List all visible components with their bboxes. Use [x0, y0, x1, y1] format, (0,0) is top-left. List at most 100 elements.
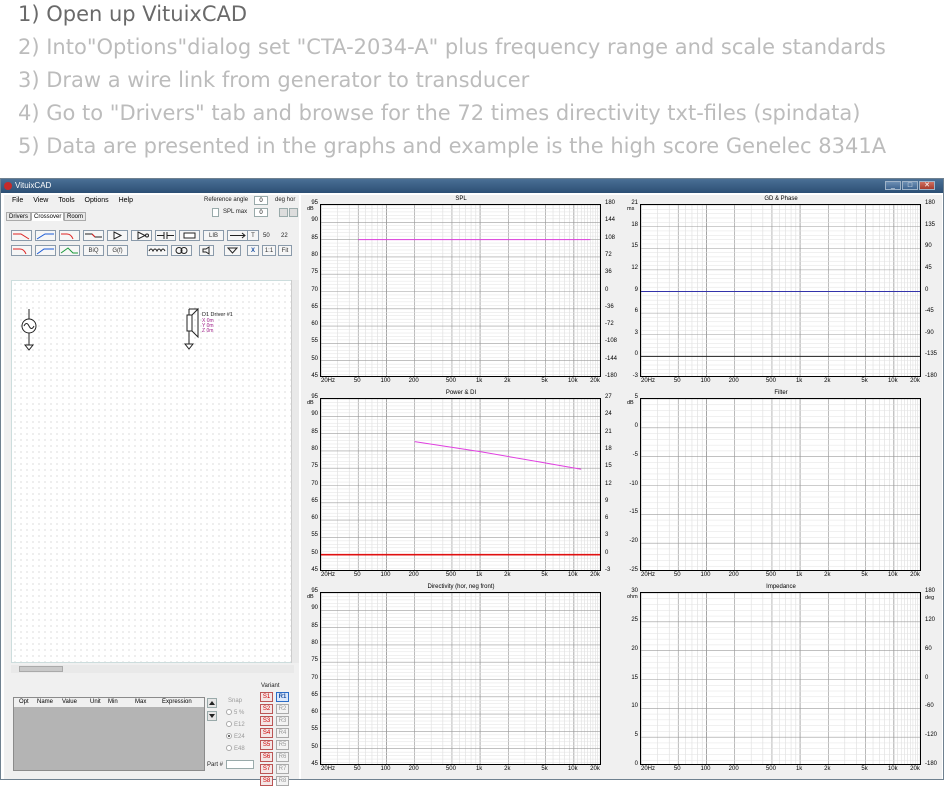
- minimize-button[interactable]: _: [885, 181, 901, 190]
- variant-r-button[interactable]: R3: [276, 716, 289, 726]
- variant-r-button[interactable]: R4: [276, 728, 289, 738]
- allpass-filter-button[interactable]: [59, 245, 80, 256]
- parts-table[interactable]: Opt Name Value Unit Min Max Expression: [13, 697, 205, 771]
- vituixcad-window: VituixCAD _ □ ✕ File View Tools Options …: [0, 178, 944, 786]
- y-axis-unit: dB: [307, 400, 314, 406]
- zoom-fit-button[interactable]: Fit: [278, 245, 292, 256]
- move-down-icon[interactable]: [207, 711, 217, 721]
- highpass-2nd-filter-button[interactable]: [11, 245, 32, 256]
- variant-label: Variant: [261, 683, 280, 689]
- variant-r-button[interactable]: R7: [276, 764, 289, 774]
- menu-file[interactable]: File: [12, 197, 23, 204]
- spl-max-label: SPL max: [223, 209, 248, 215]
- capacitor-icon[interactable]: [155, 230, 176, 241]
- text-button[interactable]: T: [247, 230, 259, 241]
- delete-button[interactable]: X: [247, 245, 259, 256]
- graph-plot-area[interactable]: [320, 592, 601, 765]
- variant-s-button[interactable]: S1: [260, 692, 273, 702]
- graph-plot-area[interactable]: [640, 592, 921, 765]
- x-axis-tick-label: 20Hz: [320, 378, 335, 384]
- y-axis-tick-label: 15: [631, 674, 638, 681]
- y-axis-tick-label: 75: [311, 463, 318, 470]
- variant-s-button[interactable]: S8: [260, 776, 273, 786]
- variant-s-button[interactable]: S5: [260, 740, 273, 750]
- amplifier-icon[interactable]: [107, 230, 128, 241]
- y-axis-tick-label: 90: [311, 411, 318, 418]
- maximize-button[interactable]: □: [902, 181, 918, 190]
- y-axis-tick-label: -15: [629, 509, 638, 516]
- graph-plot-area[interactable]: [640, 398, 921, 571]
- graph-plot-area[interactable]: [320, 398, 601, 571]
- snap-option-e48[interactable]: E48: [226, 745, 245, 752]
- generator-icon: [21, 309, 37, 351]
- spl-max-checkbox[interactable]: [212, 208, 219, 217]
- transfer-function-button[interactable]: G(f): [107, 245, 128, 256]
- menu-view[interactable]: View: [33, 197, 48, 204]
- variant-r-button[interactable]: R8: [276, 776, 289, 786]
- col-max: Max: [135, 699, 147, 705]
- schematic-canvas[interactable]: D1 Driver #1 X 0m Y 0m Z 0m: [11, 280, 294, 663]
- part-number-input[interactable]: [226, 760, 254, 769]
- ground-icon[interactable]: [224, 245, 241, 256]
- amplifier-inverting-icon[interactable]: [131, 230, 152, 241]
- spl-max-input[interactable]: 0: [254, 208, 268, 217]
- lowpass-filter-button[interactable]: [11, 230, 32, 241]
- library-button[interactable]: LIB: [203, 230, 224, 241]
- shelf-filter-button[interactable]: [83, 230, 104, 241]
- inductor-icon[interactable]: [147, 245, 168, 256]
- zoom-1-1-button[interactable]: 1:1: [262, 245, 276, 256]
- graph-filter: Filter 5 0 -5 -10 -15 -20 -25 dB 20Hz 50 100 200 500 1…: [621, 389, 941, 583]
- graph-plot-area[interactable]: [640, 204, 921, 377]
- x-axis-tick-label: 10k: [887, 766, 898, 772]
- variant-s-button[interactable]: S3: [260, 716, 273, 726]
- scroll-up-icon[interactable]: [289, 208, 298, 217]
- variant-s-button[interactable]: S2: [260, 704, 273, 714]
- y-axis-tick-label: 85: [311, 234, 318, 241]
- y-axis-unit: dB: [627, 400, 634, 406]
- highpass-filter-button[interactable]: [35, 230, 56, 241]
- menu-help[interactable]: Help: [119, 197, 133, 204]
- biquad-button[interactable]: BiQ: [83, 245, 104, 256]
- graph-plot-area[interactable]: [320, 204, 601, 377]
- x-axis-tick-label: 20k: [590, 378, 600, 384]
- col-min: Min: [108, 699, 118, 705]
- bandpass-filter-button[interactable]: [35, 245, 56, 256]
- speaker-icon[interactable]: [199, 245, 214, 256]
- tab-drivers[interactable]: Drivers: [6, 212, 31, 221]
- variant-s-button[interactable]: S6: [260, 752, 273, 762]
- parts-table-header: Opt Name Value Unit Min Max Expression: [14, 698, 204, 707]
- transformer-icon[interactable]: [171, 245, 192, 256]
- variant-r-button[interactable]: R5: [276, 740, 289, 750]
- snap-option-e12[interactable]: E12: [226, 721, 245, 728]
- wire-icon[interactable]: [227, 230, 248, 241]
- variant-r-button[interactable]: R2: [276, 704, 289, 714]
- y-axis-tick-label: 80: [311, 445, 318, 452]
- reference-angle-input[interactable]: 0: [254, 196, 268, 205]
- resistor-icon[interactable]: [179, 230, 200, 241]
- graph-title: GD & Phase: [764, 196, 798, 202]
- x-axis-tick-label: 5k: [861, 766, 868, 772]
- snap-option-5pct[interactable]: 5 %: [226, 709, 244, 716]
- tab-crossover[interactable]: Crossover: [31, 212, 65, 221]
- y-axis-tick-label: 25: [631, 616, 638, 623]
- variant-r-button[interactable]: R1: [276, 692, 289, 702]
- graph-svg: [641, 593, 920, 764]
- menu-options[interactable]: Options: [85, 197, 109, 204]
- menu-tools[interactable]: Tools: [58, 197, 74, 204]
- y-axis-tick-label: 0: [634, 422, 638, 429]
- variant-r-button[interactable]: R6: [276, 752, 289, 762]
- y-axis-tick-label: 5: [634, 732, 638, 739]
- y2-axis-tick-label: -120: [925, 732, 938, 739]
- snap-option-e24[interactable]: E24: [226, 733, 245, 740]
- move-up-icon[interactable]: [207, 698, 217, 708]
- x-axis-tick-label: 50: [353, 766, 361, 772]
- close-button[interactable]: ✕: [919, 181, 935, 190]
- variant-s-button[interactable]: S4: [260, 728, 273, 738]
- canvas-horizontal-scrollbar[interactable]: [11, 665, 294, 673]
- variant-s-button[interactable]: S7: [260, 764, 273, 774]
- y-axis-tick-label: 70: [311, 286, 318, 293]
- scroll-down-icon[interactable]: [279, 208, 288, 217]
- tab-room[interactable]: Room: [64, 212, 87, 221]
- lowpass-2nd-filter-button[interactable]: [59, 230, 80, 241]
- canvas-vertical-scrollbar[interactable]: [291, 280, 299, 663]
